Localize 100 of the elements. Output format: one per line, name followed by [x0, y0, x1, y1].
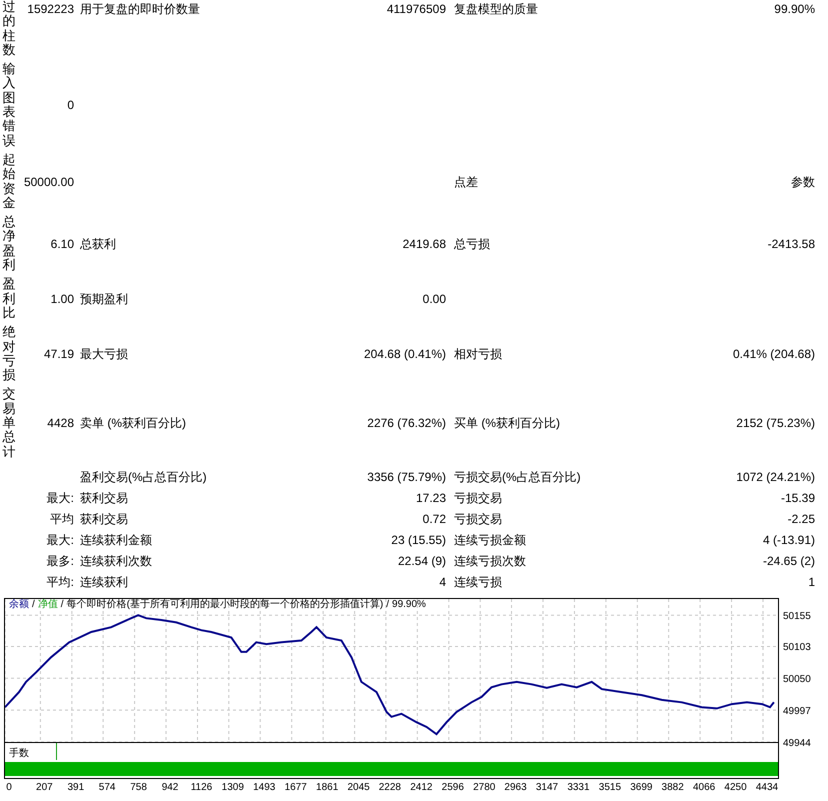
row-prefix: 平均: [50, 511, 74, 528]
stat-label: 复盘模型的质量: [454, 1, 538, 18]
x-axis-label: 3515: [598, 780, 622, 795]
stat-label: 相对亏损: [454, 346, 502, 363]
y-axis-label: 50050: [783, 673, 811, 688]
stat-value: 0.72: [422, 511, 446, 528]
stat-label: 获利交易: [80, 511, 128, 528]
stat-label: 总获利: [80, 236, 116, 253]
y-axis-label: 49997: [783, 705, 811, 720]
stat-label: 买单 (%获利百分比): [454, 415, 560, 432]
legend-separator: /: [60, 598, 64, 611]
stat-value: 1.00: [50, 290, 74, 308]
stat-label: 盈利交易(%占总百分比): [80, 469, 207, 486]
stat-value: 2276 (76.32%): [367, 415, 446, 432]
lots-tick: [56, 742, 57, 760]
stat-label: 亏损交易: [454, 511, 502, 528]
x-axis-label: 4434: [756, 780, 778, 795]
x-axis-label: 2780: [473, 780, 496, 795]
x-axis-label: 207: [36, 780, 53, 795]
stat-label: 连续亏损: [454, 574, 502, 592]
x-axis-label: 3331: [567, 780, 590, 795]
y-axis-label: 50155: [783, 610, 811, 624]
x-axis-label: 4250: [724, 780, 747, 795]
x-axis-label: 758: [130, 780, 147, 795]
x-axis-label: 2045: [347, 780, 370, 795]
row-prefix: 平均:: [46, 574, 74, 592]
stat-label: 亏损交易(%占总百分比): [454, 469, 581, 486]
stat-value: 0.41% (204.68): [732, 346, 815, 363]
x-axis-label: 2596: [442, 780, 464, 795]
stat-value: -2.25: [788, 511, 815, 528]
stat-value: 参数: [791, 174, 815, 191]
stat-label: 最大亏损: [80, 346, 128, 363]
stat-value: -24.65 (2): [762, 553, 815, 570]
legend-text: 每个即时价格(基于所有可利用的最小时段的每一个价格的分形插值计算): [66, 598, 384, 611]
vertical-label: 起始资金: [2, 152, 16, 210]
x-axis-label: 1126: [190, 780, 212, 795]
x-axis-label: 2412: [410, 780, 432, 795]
stat-value: 4: [439, 574, 446, 592]
x-axis-label: 3699: [630, 780, 652, 795]
vertical-label: 盈利比: [2, 277, 16, 320]
stat-value: 204.68 (0.41%): [364, 346, 446, 363]
stat-label: 卖单 (%获利百分比): [80, 415, 186, 432]
y-axis-label: 49944: [783, 736, 811, 751]
legend-text: 净值: [38, 598, 58, 611]
stat-value: 22.54 (9): [398, 553, 446, 570]
stat-label: 连续获利金额: [80, 532, 152, 550]
legend-text: 余额: [9, 598, 29, 611]
vertical-label: 输入图表错误: [2, 62, 16, 148]
stat-label: 获利交易: [80, 490, 128, 508]
x-axis-label: 2963: [504, 780, 527, 795]
vertical-label: 绝对亏损: [2, 325, 16, 382]
stat-value: 411976509: [386, 1, 446, 18]
stat-value: 99.90%: [774, 1, 815, 18]
vertical-label: 交易单总计: [2, 387, 16, 459]
x-axis-label: 1493: [253, 780, 276, 795]
x-axis-label: 3147: [536, 780, 558, 795]
stat-value: 4 (-13.91): [762, 532, 815, 550]
stat-value: 17.23: [416, 490, 446, 508]
stat-value: 2152 (75.23%): [736, 415, 815, 432]
stat-label: 连续亏损次数: [454, 553, 526, 570]
stat-label: 总亏损: [454, 236, 490, 253]
stat-value: 4428: [46, 415, 74, 432]
legend-separator: /: [32, 598, 35, 611]
panel-label: 手数: [9, 746, 29, 761]
vertical-label: 总净盈利: [2, 215, 16, 272]
row-prefix: 最大:: [46, 490, 74, 508]
stat-label: 预期盈利: [80, 290, 128, 308]
stat-value: 0.00: [422, 290, 446, 308]
stat-value: 3356 (75.79%): [367, 469, 446, 486]
stat-label: 连续获利: [80, 574, 128, 592]
legend-separator: /: [386, 598, 390, 611]
legend-text: 99.90%: [392, 598, 426, 611]
x-axis-label: 391: [67, 780, 84, 795]
y-axis-label: 50103: [783, 641, 811, 656]
stat-value: 1592223: [26, 1, 74, 18]
stat-value: 2419.68: [402, 236, 446, 253]
x-axis-label: 3882: [662, 780, 684, 795]
stat-value: 6.10: [50, 236, 74, 253]
stat-label: 连续亏损金额: [454, 532, 526, 550]
stat-value: -2413.58: [768, 236, 815, 253]
stat-value: 1: [808, 574, 815, 592]
x-axis-label: 1677: [284, 780, 307, 795]
stat-value: 47.19: [42, 346, 74, 363]
stat-value: 1072 (24.21%): [736, 469, 815, 486]
stat-label: 点差: [454, 174, 478, 191]
stat-label: 亏损交易: [454, 490, 502, 508]
stat-value: 50000.00: [22, 174, 74, 191]
vertical-label: 过的柱数: [2, 0, 16, 58]
stat-value: -15.39: [780, 490, 815, 508]
row-prefix: 最多:: [46, 553, 74, 570]
stat-value: 23 (15.55): [391, 532, 446, 550]
x-axis-label: 1309: [222, 780, 244, 795]
x-axis-label: 0: [6, 780, 12, 795]
row-prefix: 最大:: [46, 532, 74, 550]
stat-value: 0: [66, 97, 74, 114]
x-axis-label: 574: [98, 780, 116, 795]
x-axis-label: 1861: [316, 780, 338, 795]
x-axis-label: 2228: [378, 780, 401, 795]
stat-label: 连续获利次数: [80, 553, 152, 570]
x-axis-label: 4066: [692, 780, 716, 795]
